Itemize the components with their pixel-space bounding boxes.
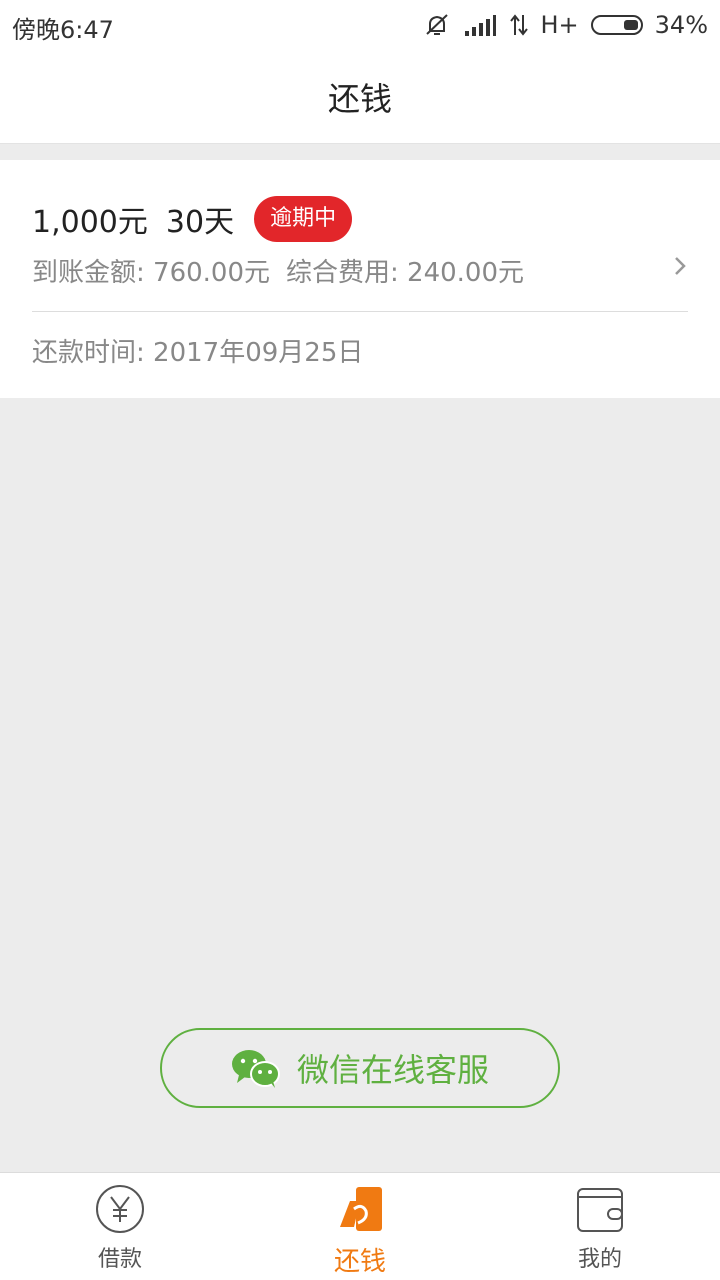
loan-details: 到账金额: 760.00元 综合费用: 240.00元 (32, 252, 524, 289)
signal-icon (464, 15, 496, 36)
chevron-right-icon (675, 257, 686, 275)
tab-borrow[interactable]: 借款 (0, 1173, 240, 1280)
network-type: H+ (540, 11, 579, 39)
due-date: 还款时间: 2017年09月25日 (32, 338, 364, 368)
wechat-icon (231, 1050, 280, 1088)
loan-card[interactable]: 1,000元 30天 逾期中 到账金额: 760.00元 综合费用: 240.0… (0, 160, 720, 398)
loan-amount: 1,000元 (32, 205, 148, 240)
battery-icon (590, 15, 643, 35)
tab-label-repay: 还钱 (333, 1247, 386, 1277)
data-transfer-icon (509, 14, 528, 36)
status-time: 傍晚6:47 (12, 16, 114, 44)
tab-mine[interactable]: 我的 (480, 1173, 720, 1280)
status-bar: 傍晚6:47 H+ 34% (0, 0, 720, 50)
status-icons: H+ 34% (423, 10, 708, 40)
card-divider (32, 311, 688, 312)
yen-icon (96, 1185, 144, 1233)
received-amount: 到账金额: 760.00元 (32, 258, 270, 288)
bottom-tab-bar: 借款 还钱 我的 (0, 1172, 720, 1280)
mute-icon (425, 14, 448, 35)
tab-label-mine: 我的 (577, 1247, 622, 1272)
wallet-icon (577, 1188, 623, 1232)
page-header: 还钱 (0, 50, 720, 144)
wechat-service-button[interactable]: 微信在线客服 (160, 1028, 560, 1108)
page-title: 还钱 (327, 79, 392, 118)
repay-icon (340, 1187, 382, 1231)
tab-label-borrow: 借款 (97, 1247, 142, 1272)
tab-repay[interactable]: 还钱 (240, 1173, 480, 1280)
total-fee: 综合费用: 240.00元 (286, 258, 524, 288)
battery-percent: 34% (654, 11, 708, 39)
loan-summary: 1,000元 30天 逾期中 (32, 196, 353, 242)
loan-days: 30天 (165, 205, 235, 240)
overdue-badge: 逾期中 (254, 196, 353, 242)
wechat-service-label: 微信在线客服 (296, 1051, 489, 1089)
